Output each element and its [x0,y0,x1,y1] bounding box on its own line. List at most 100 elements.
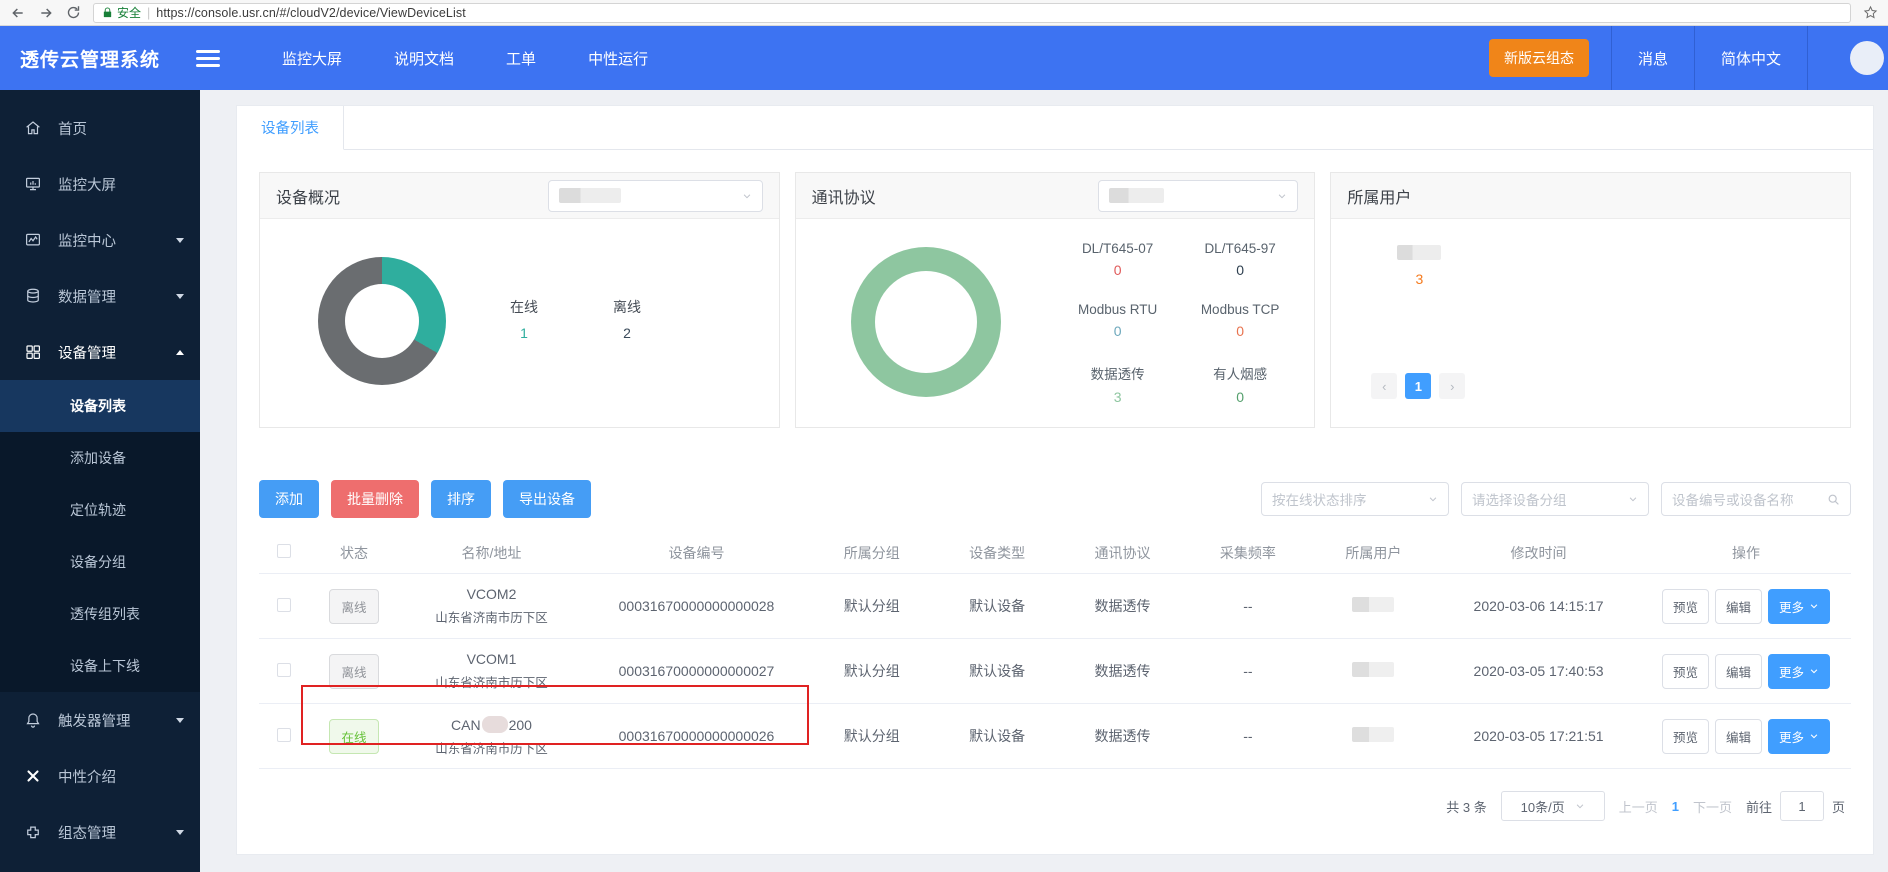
next-page-button[interactable]: 下一页 [1693,797,1732,816]
chevron-down-icon [176,830,184,835]
bell-icon [24,711,42,729]
device-owner [1311,662,1436,680]
chevron-down-icon [176,718,184,723]
protocol-select[interactable] [1098,180,1298,212]
redacted-name-part [482,716,508,733]
more-button[interactable]: 更多 [1768,589,1830,624]
owner-pagination: ‹ 1 › [1371,373,1465,399]
row-checkbox[interactable] [277,598,291,612]
protocol-stat-value: 3 [1061,389,1174,405]
batch-delete-button[interactable]: 批量删除 [331,480,419,518]
status-badge: 离线 [329,654,378,689]
panel-owner: 所属用户 3 ‹ 1 › [1330,172,1851,428]
device-type: 默认设备 [934,596,1059,616]
sidebar-item-data-management[interactable]: 数据管理 [0,268,200,324]
menu-toggle-icon[interactable] [196,50,220,67]
panel-device-overview: 设备概况 在线 1 [259,172,780,428]
owner-next-page-button[interactable]: › [1439,373,1465,399]
protocol-stat: Modbus TCP0 [1184,302,1297,339]
nav-neutral-run[interactable]: 中性运行 [588,48,648,69]
col-name: 名称/地址 [399,543,584,563]
add-button[interactable]: 添加 [259,480,319,518]
sidebar-subitem-location-track[interactable]: 定位轨迹 [0,484,200,536]
nav-docs[interactable]: 说明文档 [394,48,454,69]
modified-time: 2020-03-05 17:40:53 [1436,663,1641,679]
device-management-submenu: 设备列表 添加设备 定位轨迹 设备分组 透传组列表 设备上下线 [0,380,200,692]
sidebar-item-scada-management[interactable]: 组态管理 [0,804,200,860]
sidebar-item-home[interactable]: 首页 [0,100,200,156]
sidebar-subitem-device-group[interactable]: 设备分组 [0,536,200,588]
col-frequency: 采集频率 [1185,543,1310,563]
back-icon[interactable] [10,5,26,21]
export-devices-button[interactable]: 导出设备 [503,480,591,518]
messages-button[interactable]: 消息 [1611,26,1694,90]
total-count: 共 3 条 [1446,797,1486,816]
offline-count: 2 [613,325,641,341]
edit-button[interactable]: 编辑 [1715,589,1762,624]
sidebar-item-device-management[interactable]: 设备管理 [0,324,200,380]
preview-button[interactable]: 预览 [1662,719,1709,754]
redacted-owner [1352,727,1394,742]
sidebar-item-neutral-intro[interactable]: 中性介绍 [0,748,200,804]
edit-button[interactable]: 编辑 [1715,654,1762,689]
table-header-row: 状态 名称/地址 设备编号 所属分组 设备类型 通讯协议 采集频率 所属用户 修… [259,532,1851,574]
forward-icon[interactable] [38,5,54,21]
row-checkbox[interactable] [277,663,291,677]
modified-time: 2020-03-06 14:15:17 [1436,598,1641,614]
browser-bar: 安全 | https://console.usr.cn/#/cloudV2/de… [0,0,1888,26]
online-stat: 在线 1 [510,297,538,341]
device-search-input[interactable]: 设备编号或设备名称 [1661,482,1851,516]
col-status: 状态 [309,543,399,563]
preview-button[interactable]: 预览 [1662,589,1709,624]
select-all-checkbox[interactable] [277,544,291,558]
sidebar-subitem-device-list[interactable]: 设备列表 [0,380,200,432]
bookmark-star-icon[interactable] [1863,5,1878,20]
edit-button[interactable]: 编辑 [1715,719,1762,754]
table-row-highlighted: 在线 CAN200 山东省济南市历下区 00031670000000000026… [259,704,1851,769]
sort-button[interactable]: 排序 [431,480,491,518]
owner-current-page[interactable]: 1 [1405,373,1431,399]
chevron-up-icon [176,350,184,355]
user-avatar-wrap[interactable] [1807,26,1888,90]
page-size-select[interactable]: 10条/页 [1501,791,1605,821]
panel-protocol: 通讯协议 DL/T645-070 DL/T645-970 Mod [795,172,1316,428]
more-button[interactable]: 更多 [1768,654,1830,689]
col-owner: 所属用户 [1311,543,1436,563]
device-group-select[interactable]: 请选择设备分组 [1461,482,1649,516]
avatar[interactable] [1850,41,1884,75]
owner-prev-page-button[interactable]: ‹ [1371,373,1397,399]
redacted-username [1397,245,1441,260]
sidebar-subitem-add-device[interactable]: 添加设备 [0,432,200,484]
address-bar[interactable]: 安全 | https://console.usr.cn/#/cloudV2/de… [93,3,1851,23]
online-count: 1 [510,325,538,341]
goto-page-input[interactable] [1780,791,1824,821]
current-page[interactable]: 1 [1672,799,1679,814]
sidebar-item-monitor-center[interactable]: 监控中心 [0,212,200,268]
reload-icon[interactable] [66,5,81,20]
tab-device-list[interactable]: 设备列表 [237,106,344,150]
sidebar-subitem-passthrough-group[interactable]: 透传组列表 [0,588,200,640]
col-device-type: 设备类型 [934,543,1059,563]
secure-label: 安全 [117,4,141,21]
offline-stat: 离线 2 [613,297,641,341]
protocol-stat: DL/T645-970 [1184,241,1297,278]
nav-monitor-screen[interactable]: 监控大屏 [282,48,342,69]
sidebar-subitem-device-on-offline[interactable]: 设备上下线 [0,640,200,692]
device-overview-select[interactable] [548,180,763,212]
nav-work-order[interactable]: 工单 [506,48,536,69]
sidebar-item-monitor-screen[interactable]: 监控大屏 [0,156,200,212]
modified-time: 2020-03-05 17:21:51 [1436,728,1641,744]
online-status-sort-select[interactable]: 按在线状态排序 [1261,482,1449,516]
prev-page-button[interactable]: 上一页 [1619,797,1658,816]
preview-button[interactable]: 预览 [1662,654,1709,689]
url-separator: | [147,6,150,20]
new-scada-button[interactable]: 新版云组态 [1489,39,1589,77]
chevron-down-icon [742,191,752,201]
more-button[interactable]: 更多 [1768,719,1830,754]
device-frequency: -- [1185,598,1310,614]
sidebar-item-trigger-management[interactable]: 触发器管理 [0,692,200,748]
row-checkbox[interactable] [277,728,291,742]
language-button[interactable]: 简体中文 [1694,26,1807,90]
chevron-down-icon [1809,731,1819,741]
tab-strip: 设备列表 [237,106,1873,150]
